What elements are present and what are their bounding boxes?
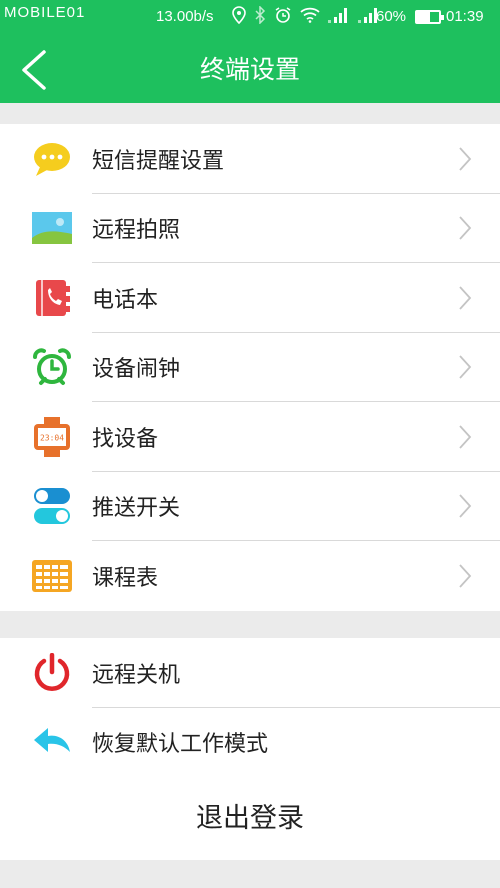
chevron-right-icon [459,355,472,379]
chevron-right-icon [459,216,472,240]
row-label: 远程关机 [92,662,181,688]
wifi-icon [300,7,320,23]
toggle-switches-icon [34,488,70,525]
chevron-right-icon [459,494,472,518]
row-find-device[interactable]: 23:04 找设备 [0,402,500,472]
chevron-right-icon [459,425,472,449]
row-label: 推送开关 [92,496,181,522]
row-remote-photo[interactable]: 远程拍照 [0,194,500,263]
watch-display-text: 23:04 [40,433,64,442]
row-label: 电话本 [92,287,159,313]
settings-group-device: 远程关机 恢复默认工作模式 [0,638,500,777]
row-push-switch[interactable]: 推送开关 [0,472,500,541]
timetable-icon [32,559,72,592]
row-timetable[interactable]: 课程表 [0,541,500,611]
watermark-text: MOBILE01 [4,4,86,21]
settings-group-main: 短信提醒设置 远程拍照 电话本 设备闹钟 23:04 找设备 推送开关 课程表 [0,124,500,611]
status-icons [232,6,380,24]
chevron-right-icon [459,286,472,310]
row-label: 设备闹钟 [92,357,181,383]
chevron-right-icon [459,564,472,588]
status-time: 01:39 [446,8,484,25]
chevron-right-icon [459,147,472,171]
row-remote-shutdown[interactable]: 远程关机 [0,638,500,708]
message-bubble-icon [34,142,70,176]
location-icon [232,6,246,24]
row-label: 短信提醒设置 [92,148,225,174]
page-title: 终端设置 [199,55,300,84]
undo-arrow-icon [34,728,70,753]
alarm-icon [275,7,291,23]
picture-icon [32,212,72,245]
logout-button[interactable]: 退出登录 [0,776,500,860]
watch-icon: 23:04 [34,416,70,457]
row-label: 找设备 [92,426,159,452]
network-rate: 13.00b/s [156,8,214,25]
app-header: MOBILE01 13.00b/s 60% 01:39 终端设置 [0,0,500,103]
phonebook-icon [36,279,70,316]
row-phonebook[interactable]: 电话本 [0,263,500,333]
row-label: 恢复默认工作模式 [92,732,269,758]
row-label: 远程拍照 [92,218,181,244]
alarm-clock-icon [33,348,71,386]
power-icon [34,652,70,691]
signal-icon [328,8,347,23]
row-device-alarm[interactable]: 设备闹钟 [0,333,500,402]
row-sms-reminder[interactable]: 短信提醒设置 [0,124,500,194]
status-bar: MOBILE01 13.00b/s 60% 01:39 [0,0,500,36]
row-label: 课程表 [92,565,159,591]
row-restore-default-mode[interactable]: 恢复默认工作模式 [0,708,500,778]
battery-percent: 60% [376,8,407,25]
bluetooth-icon [255,6,266,24]
battery-icon [415,10,444,24]
